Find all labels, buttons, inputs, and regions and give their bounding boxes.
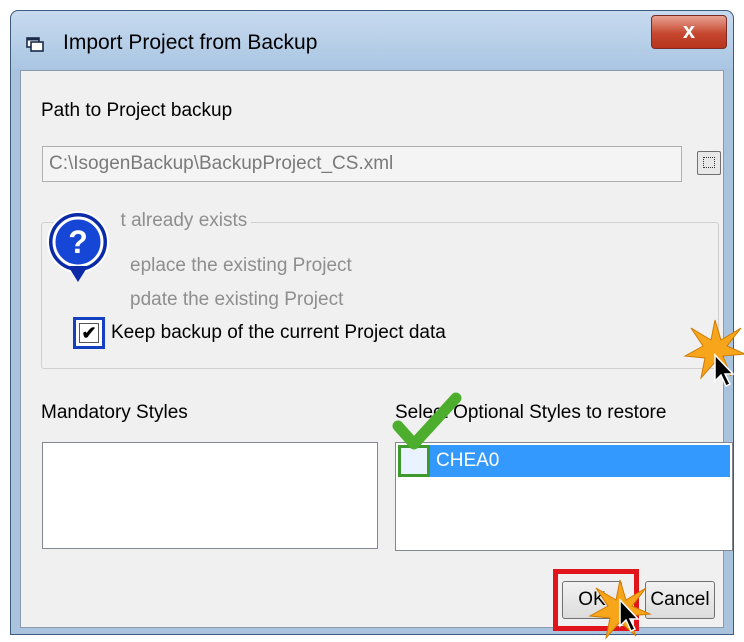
keep-backup-label[interactable]: Keep backup of the current Project data — [111, 322, 446, 344]
import-project-dialog: Import Project from Backup x Path to Pro… — [10, 10, 734, 635]
cancel-button[interactable]: Cancel — [645, 581, 715, 619]
help-bubble-icon: ? — [47, 211, 109, 282]
title-bar[interactable]: Import Project from Backup x — [11, 11, 733, 69]
app-icon — [26, 37, 44, 52]
browse-icon — [703, 157, 715, 168]
update-radio-label[interactable]: pdate the existing Project — [130, 289, 343, 311]
mouse-cursor-icon — [619, 598, 640, 633]
replace-radio-label[interactable]: eplace the existing Project — [130, 255, 352, 277]
keep-backup-checkbox[interactable]: ✔ — [73, 317, 105, 349]
checkmark-icon: ✔ — [79, 323, 99, 343]
green-check-icon — [392, 392, 462, 450]
optional-style-name: CHEA0 — [436, 450, 500, 471]
browse-button[interactable] — [697, 151, 721, 175]
close-button[interactable]: x — [651, 15, 727, 49]
mandatory-styles-list[interactable] — [42, 442, 378, 549]
window-title: Import Project from Backup — [63, 31, 318, 54]
path-input[interactable] — [42, 146, 682, 182]
mouse-cursor-icon — [714, 353, 735, 388]
optional-styles-list[interactable]: CHEA0 — [395, 442, 733, 551]
help-symbol: ? — [68, 224, 88, 260]
mandatory-styles-label: Mandatory Styles — [41, 402, 188, 423]
dialog-body: Path to Project backup P t already exist… — [20, 70, 733, 631]
project-exists-group: P t already exists eplace the existing P… — [41, 210, 719, 369]
path-label: Path to Project backup — [41, 100, 233, 121]
